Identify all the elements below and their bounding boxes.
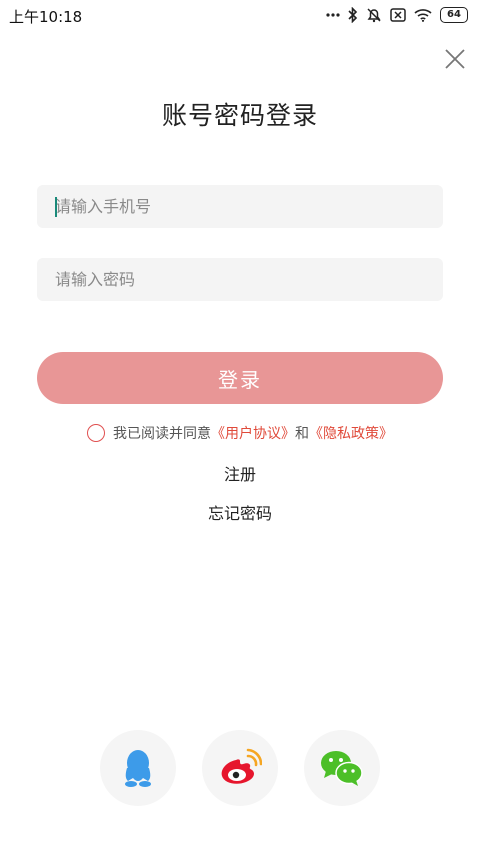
forgot-password-link[interactable]: 忘记密码 [0, 500, 480, 524]
page-title: 账号密码登录 [161, 101, 318, 130]
phone-field[interactable] [37, 185, 443, 228]
weibo-icon [221, 748, 262, 784]
bluetooth-icon [348, 7, 358, 23]
wifi-icon [414, 9, 432, 22]
status-icons: 64 [326, 6, 468, 24]
wechat-icon [321, 751, 363, 786]
password-input[interactable] [37, 258, 443, 301]
agreement-row: 我已阅读并同意 《用户协议》 和 《隐私政策》 [0, 422, 480, 444]
status-time: 上午10:18 [9, 8, 83, 26]
agreement-prefix: 我已阅读并同意 [113, 426, 211, 442]
close-icon [445, 49, 465, 69]
phone-input[interactable] [37, 185, 443, 228]
password-field[interactable] [37, 258, 443, 301]
qq-icon [125, 750, 151, 787]
wechat-login-button[interactable] [304, 730, 380, 806]
text-caret [55, 197, 57, 217]
user-agreement-link[interactable]: 《用户协议》 [211, 423, 295, 443]
qq-login-button[interactable] [100, 730, 176, 806]
agreement-radio[interactable] [87, 424, 105, 442]
privacy-policy-link[interactable]: 《隐私政策》 [309, 423, 393, 443]
status-bar: 上午10:18 64 [0, 0, 480, 30]
more-dots-icon [326, 13, 340, 17]
close-button[interactable] [444, 48, 466, 70]
weibo-login-button[interactable] [202, 730, 278, 806]
no-sim-icon [390, 8, 406, 22]
login-button[interactable]: 登录 [37, 352, 443, 404]
mute-bell-icon [367, 8, 381, 23]
register-link[interactable]: 注册 [0, 461, 480, 485]
battery-indicator: 64 [440, 7, 468, 23]
agreement-conjunction: 和 [295, 426, 309, 442]
